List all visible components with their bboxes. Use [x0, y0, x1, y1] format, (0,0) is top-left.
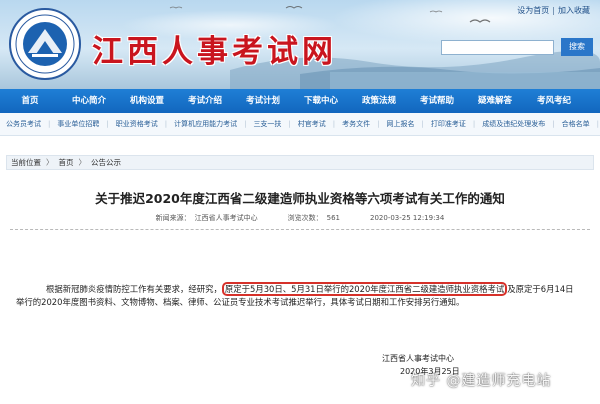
nav-item-exam-help[interactable]: 考试帮助	[408, 89, 466, 113]
sub-nav-public-institution[interactable]: 事业单位招聘	[57, 119, 99, 129]
set-homepage-link[interactable]: 设为首页	[517, 6, 549, 15]
breadcrumb-label: 当前位置	[11, 158, 41, 167]
nav-item-home[interactable]: 首页	[0, 89, 60, 113]
article-meta: 新闻来源： 江西省人事考试中心 浏览次数： 561 2020-03-25 12:19:3…	[0, 213, 600, 223]
breadcrumb-separator: 〉	[78, 158, 87, 167]
sub-nav-separator: |	[377, 120, 380, 128]
signature-organization: 江西省人事考试中心	[382, 354, 454, 363]
sub-nav-separator: |	[288, 120, 291, 128]
header-banner: 江西人事考试网 设为首页 | 加入收藏 搜索	[0, 0, 600, 89]
sub-nav-scores-violations[interactable]: 成绩及违纪处理发布	[482, 119, 545, 129]
sub-nav-separator: |	[332, 120, 336, 128]
nav-item-faq[interactable]: 疑难解答	[466, 89, 524, 113]
publish-datetime: 2020-03-25 12:19:34	[370, 214, 445, 222]
article-title: 关于推迟2020年度江西省二级建造师执业资格等六项考试有关工作的通知	[95, 191, 505, 206]
sub-nav-qualified-list[interactable]: 合格名单	[562, 119, 590, 129]
sub-nav-online-registration[interactable]: 网上报名	[387, 119, 415, 129]
sub-nav-civil-service[interactable]: 公务员考试	[6, 119, 41, 129]
body-lead: 根据新冠肺炎疫情防控工作有关要求，经研究，	[46, 284, 222, 294]
sub-nav-computer-skills[interactable]: 计算机应用能力考试	[174, 119, 237, 129]
sub-nav-separator: |	[106, 120, 109, 128]
nav-item-exam-intro[interactable]: 考试介绍	[176, 89, 234, 113]
sub-nav-separator: |	[552, 120, 555, 128]
main-nav: 首页 中心简介 机构设置 考试介绍 考试计划 下载中心 政策法规 考试帮助 疑难…	[0, 89, 600, 113]
source-label: 新闻来源：	[155, 214, 191, 222]
highlighted-text: 原定于5月30日、5月31日举行的2020年度江西省二级建造师执业资格考试	[221, 282, 508, 296]
add-favorite-link[interactable]: 加入收藏	[558, 6, 590, 15]
sub-nav-separator: |	[472, 120, 476, 128]
search-input[interactable]	[441, 40, 554, 55]
sub-nav: 公务员考试 | 事业单位招聘 | 职业资格考试 | 计算机应用能力考试 | 三支一扶 | …	[0, 113, 600, 136]
sub-nav-exam-documents[interactable]: 考务文件	[342, 119, 370, 129]
zhihu-watermark: 知乎 @建造师充电站	[411, 373, 552, 389]
sub-nav-separator: |	[421, 120, 424, 128]
top-links-separator: |	[552, 6, 555, 15]
site-logo[interactable]	[8, 7, 82, 81]
views-label: 浏览次数：	[287, 214, 323, 222]
views-value: 561	[326, 214, 340, 222]
sub-nav-print-admission[interactable]: 打印准考证	[431, 119, 466, 129]
breadcrumb: 当前位置〉首页〉公告公示	[6, 155, 594, 170]
breadcrumb-home-link[interactable]: 首页	[59, 158, 74, 167]
breadcrumb-separator: 〉	[46, 158, 54, 167]
top-links: 设为首页 | 加入收藏	[517, 5, 590, 16]
sub-nav-separator: |	[596, 120, 599, 128]
source-value: 江西省人事考试中心	[194, 214, 258, 222]
sub-nav-separator: |	[48, 120, 51, 128]
site-title: 江西人事考试网	[92, 34, 337, 70]
sub-nav-village-official[interactable]: 村官考试	[298, 119, 326, 129]
nav-item-exam-discipline[interactable]: 考风考纪	[524, 89, 584, 113]
nav-item-downloads[interactable]: 下载中心	[292, 89, 350, 113]
breadcrumb-section-link[interactable]: 公告公示	[91, 158, 121, 167]
search-button[interactable]: 搜索	[561, 38, 593, 56]
sub-nav-separator: |	[244, 120, 247, 128]
nav-item-center-intro[interactable]: 中心简介	[60, 89, 118, 113]
sub-nav-separator: |	[164, 120, 168, 128]
sub-nav-three-supports[interactable]: 三支一扶	[253, 119, 281, 129]
article-body: 根据新冠肺炎疫情防控工作有关要求，经研究， 原定于5月30日、5月31日举行的20…	[16, 282, 580, 308]
sub-nav-professional-qualification[interactable]: 职业资格考试	[116, 119, 158, 129]
nav-item-policies[interactable]: 政策法规	[350, 89, 408, 113]
nav-item-exam-plan[interactable]: 考试计划	[234, 89, 292, 113]
article-divider	[10, 229, 590, 230]
nav-item-organization[interactable]: 机构设置	[118, 89, 176, 113]
spacer	[0, 137, 600, 151]
